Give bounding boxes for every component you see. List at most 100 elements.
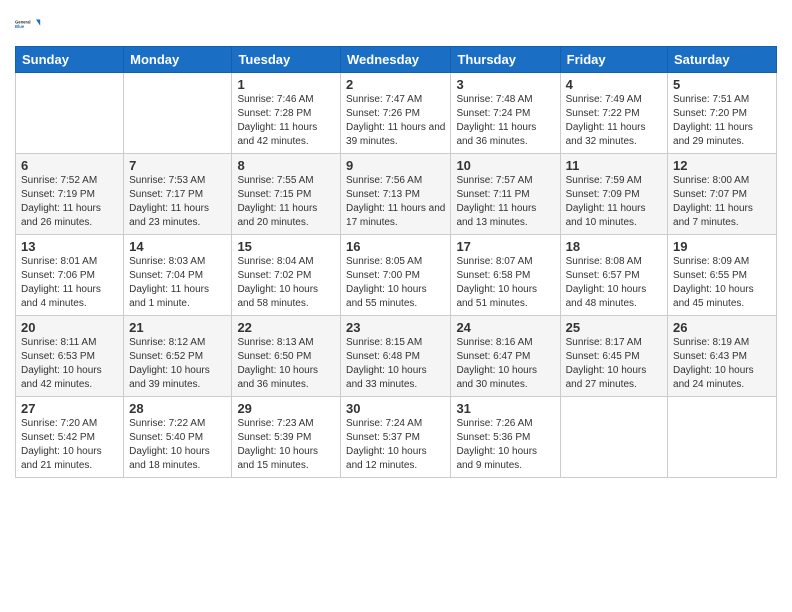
calendar-cell: 2Sunrise: 7:47 AMSunset: 7:26 PMDaylight… <box>341 73 451 154</box>
calendar-cell: 27Sunrise: 7:20 AMSunset: 5:42 PMDayligh… <box>16 397 124 478</box>
calendar-cell: 13Sunrise: 8:01 AMSunset: 7:06 PMDayligh… <box>16 235 124 316</box>
day-info: Sunrise: 7:56 AMSunset: 7:13 PMDaylight:… <box>346 174 445 230</box>
day-number: 18 <box>566 239 662 254</box>
day-info: Sunrise: 8:03 AMSunset: 7:04 PMDaylight:… <box>129 255 226 311</box>
calendar-cell: 20Sunrise: 8:11 AMSunset: 6:53 PMDayligh… <box>16 316 124 397</box>
calendar-row: 6Sunrise: 7:52 AMSunset: 7:19 PMDaylight… <box>16 154 777 235</box>
day-info: Sunrise: 8:00 AMSunset: 7:07 PMDaylight:… <box>673 174 771 230</box>
calendar-cell: 28Sunrise: 7:22 AMSunset: 5:40 PMDayligh… <box>124 397 232 478</box>
calendar-cell: 19Sunrise: 8:09 AMSunset: 6:55 PMDayligh… <box>668 235 777 316</box>
day-number: 21 <box>129 320 226 335</box>
calendar-cell <box>668 397 777 478</box>
calendar-cell: 29Sunrise: 7:23 AMSunset: 5:39 PMDayligh… <box>232 397 341 478</box>
header-row: SundayMondayTuesdayWednesdayThursdayFrid… <box>16 47 777 73</box>
header: GeneralBlue <box>15 10 777 38</box>
day-info: Sunrise: 7:46 AMSunset: 7:28 PMDaylight:… <box>237 93 335 149</box>
day-info: Sunrise: 7:47 AMSunset: 7:26 PMDaylight:… <box>346 93 445 149</box>
calendar-cell: 7Sunrise: 7:53 AMSunset: 7:17 PMDaylight… <box>124 154 232 235</box>
calendar-row: 1Sunrise: 7:46 AMSunset: 7:28 PMDaylight… <box>16 73 777 154</box>
calendar-cell: 8Sunrise: 7:55 AMSunset: 7:15 PMDaylight… <box>232 154 341 235</box>
calendar-cell: 11Sunrise: 7:59 AMSunset: 7:09 PMDayligh… <box>560 154 667 235</box>
day-number: 2 <box>346 77 445 92</box>
day-header: Tuesday <box>232 47 341 73</box>
calendar-cell: 1Sunrise: 7:46 AMSunset: 7:28 PMDaylight… <box>232 73 341 154</box>
day-number: 30 <box>346 401 445 416</box>
day-number: 23 <box>346 320 445 335</box>
day-info: Sunrise: 8:19 AMSunset: 6:43 PMDaylight:… <box>673 336 771 392</box>
calendar-cell: 31Sunrise: 7:26 AMSunset: 5:36 PMDayligh… <box>451 397 560 478</box>
day-number: 20 <box>21 320 118 335</box>
day-number: 24 <box>456 320 554 335</box>
day-info: Sunrise: 8:07 AMSunset: 6:58 PMDaylight:… <box>456 255 554 311</box>
logo: GeneralBlue <box>15 10 43 38</box>
calendar-cell: 10Sunrise: 7:57 AMSunset: 7:11 PMDayligh… <box>451 154 560 235</box>
day-number: 11 <box>566 158 662 173</box>
calendar-cell: 30Sunrise: 7:24 AMSunset: 5:37 PMDayligh… <box>341 397 451 478</box>
day-header: Saturday <box>668 47 777 73</box>
day-number: 12 <box>673 158 771 173</box>
day-number: 19 <box>673 239 771 254</box>
calendar-row: 20Sunrise: 8:11 AMSunset: 6:53 PMDayligh… <box>16 316 777 397</box>
calendar-cell <box>16 73 124 154</box>
calendar-cell <box>560 397 667 478</box>
day-info: Sunrise: 8:08 AMSunset: 6:57 PMDaylight:… <box>566 255 662 311</box>
calendar-cell: 18Sunrise: 8:08 AMSunset: 6:57 PMDayligh… <box>560 235 667 316</box>
day-number: 3 <box>456 77 554 92</box>
day-number: 29 <box>237 401 335 416</box>
day-info: Sunrise: 8:16 AMSunset: 6:47 PMDaylight:… <box>456 336 554 392</box>
day-info: Sunrise: 8:12 AMSunset: 6:52 PMDaylight:… <box>129 336 226 392</box>
day-info: Sunrise: 7:53 AMSunset: 7:17 PMDaylight:… <box>129 174 226 230</box>
day-number: 5 <box>673 77 771 92</box>
day-info: Sunrise: 8:15 AMSunset: 6:48 PMDaylight:… <box>346 336 445 392</box>
calendar-cell: 5Sunrise: 7:51 AMSunset: 7:20 PMDaylight… <box>668 73 777 154</box>
day-info: Sunrise: 8:13 AMSunset: 6:50 PMDaylight:… <box>237 336 335 392</box>
day-info: Sunrise: 8:01 AMSunset: 7:06 PMDaylight:… <box>21 255 118 311</box>
day-number: 27 <box>21 401 118 416</box>
day-number: 17 <box>456 239 554 254</box>
day-header: Sunday <box>16 47 124 73</box>
day-info: Sunrise: 7:26 AMSunset: 5:36 PMDaylight:… <box>456 417 554 473</box>
day-info: Sunrise: 7:22 AMSunset: 5:40 PMDaylight:… <box>129 417 226 473</box>
day-info: Sunrise: 7:51 AMSunset: 7:20 PMDaylight:… <box>673 93 771 149</box>
calendar-cell: 12Sunrise: 8:00 AMSunset: 7:07 PMDayligh… <box>668 154 777 235</box>
day-number: 26 <box>673 320 771 335</box>
day-number: 4 <box>566 77 662 92</box>
calendar-cell: 16Sunrise: 8:05 AMSunset: 7:00 PMDayligh… <box>341 235 451 316</box>
calendar-cell: 25Sunrise: 8:17 AMSunset: 6:45 PMDayligh… <box>560 316 667 397</box>
svg-text:General: General <box>15 19 31 24</box>
day-number: 28 <box>129 401 226 416</box>
day-info: Sunrise: 7:48 AMSunset: 7:24 PMDaylight:… <box>456 93 554 149</box>
day-number: 25 <box>566 320 662 335</box>
calendar-cell: 23Sunrise: 8:15 AMSunset: 6:48 PMDayligh… <box>341 316 451 397</box>
day-info: Sunrise: 7:57 AMSunset: 7:11 PMDaylight:… <box>456 174 554 230</box>
day-number: 6 <box>21 158 118 173</box>
day-info: Sunrise: 7:24 AMSunset: 5:37 PMDaylight:… <box>346 417 445 473</box>
calendar-cell: 4Sunrise: 7:49 AMSunset: 7:22 PMDaylight… <box>560 73 667 154</box>
day-info: Sunrise: 8:04 AMSunset: 7:02 PMDaylight:… <box>237 255 335 311</box>
day-number: 16 <box>346 239 445 254</box>
day-number: 14 <box>129 239 226 254</box>
day-header: Friday <box>560 47 667 73</box>
calendar-cell: 14Sunrise: 8:03 AMSunset: 7:04 PMDayligh… <box>124 235 232 316</box>
calendar-cell: 9Sunrise: 7:56 AMSunset: 7:13 PMDaylight… <box>341 154 451 235</box>
day-info: Sunrise: 7:49 AMSunset: 7:22 PMDaylight:… <box>566 93 662 149</box>
day-header: Monday <box>124 47 232 73</box>
day-info: Sunrise: 7:20 AMSunset: 5:42 PMDaylight:… <box>21 417 118 473</box>
calendar-cell: 3Sunrise: 7:48 AMSunset: 7:24 PMDaylight… <box>451 73 560 154</box>
calendar-row: 27Sunrise: 7:20 AMSunset: 5:42 PMDayligh… <box>16 397 777 478</box>
calendar-table: SundayMondayTuesdayWednesdayThursdayFrid… <box>15 46 777 478</box>
day-header: Wednesday <box>341 47 451 73</box>
calendar-cell: 22Sunrise: 8:13 AMSunset: 6:50 PMDayligh… <box>232 316 341 397</box>
day-number: 9 <box>346 158 445 173</box>
day-number: 13 <box>21 239 118 254</box>
calendar-cell <box>124 73 232 154</box>
day-info: Sunrise: 8:17 AMSunset: 6:45 PMDaylight:… <box>566 336 662 392</box>
calendar-cell: 21Sunrise: 8:12 AMSunset: 6:52 PMDayligh… <box>124 316 232 397</box>
calendar-cell: 17Sunrise: 8:07 AMSunset: 6:58 PMDayligh… <box>451 235 560 316</box>
calendar-cell: 26Sunrise: 8:19 AMSunset: 6:43 PMDayligh… <box>668 316 777 397</box>
day-info: Sunrise: 7:59 AMSunset: 7:09 PMDaylight:… <box>566 174 662 230</box>
day-number: 31 <box>456 401 554 416</box>
day-info: Sunrise: 8:09 AMSunset: 6:55 PMDaylight:… <box>673 255 771 311</box>
day-number: 7 <box>129 158 226 173</box>
day-info: Sunrise: 7:55 AMSunset: 7:15 PMDaylight:… <box>237 174 335 230</box>
